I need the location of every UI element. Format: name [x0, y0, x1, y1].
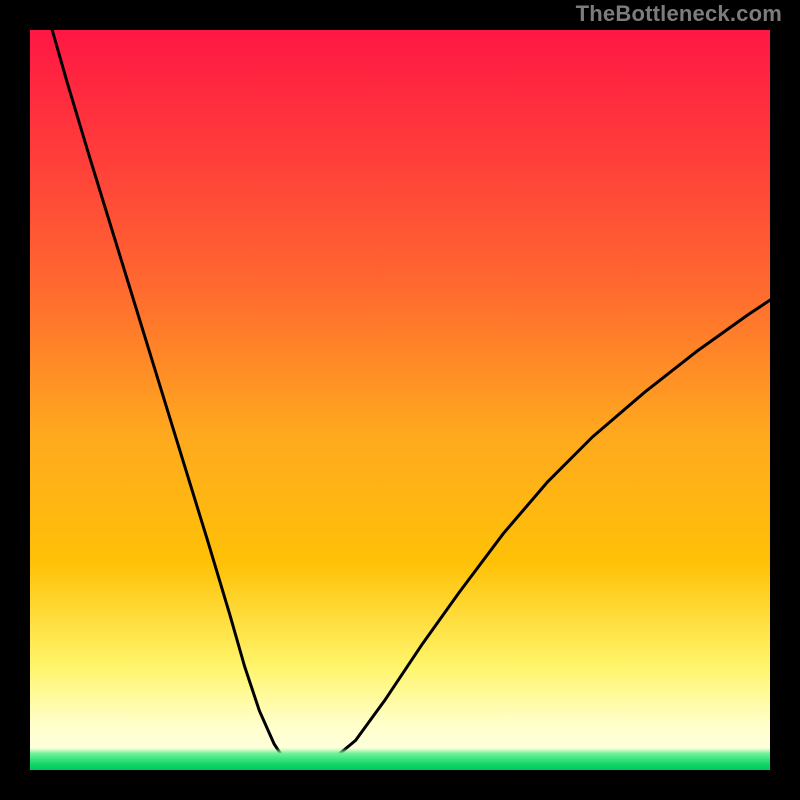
- plot-svg: [30, 30, 770, 770]
- watermark-text: TheBottleneck.com: [576, 1, 782, 27]
- marker-dot: [297, 762, 311, 771]
- gradient-background: [30, 30, 770, 770]
- plot-area: [30, 30, 770, 770]
- chart-frame: TheBottleneck.com: [0, 0, 800, 800]
